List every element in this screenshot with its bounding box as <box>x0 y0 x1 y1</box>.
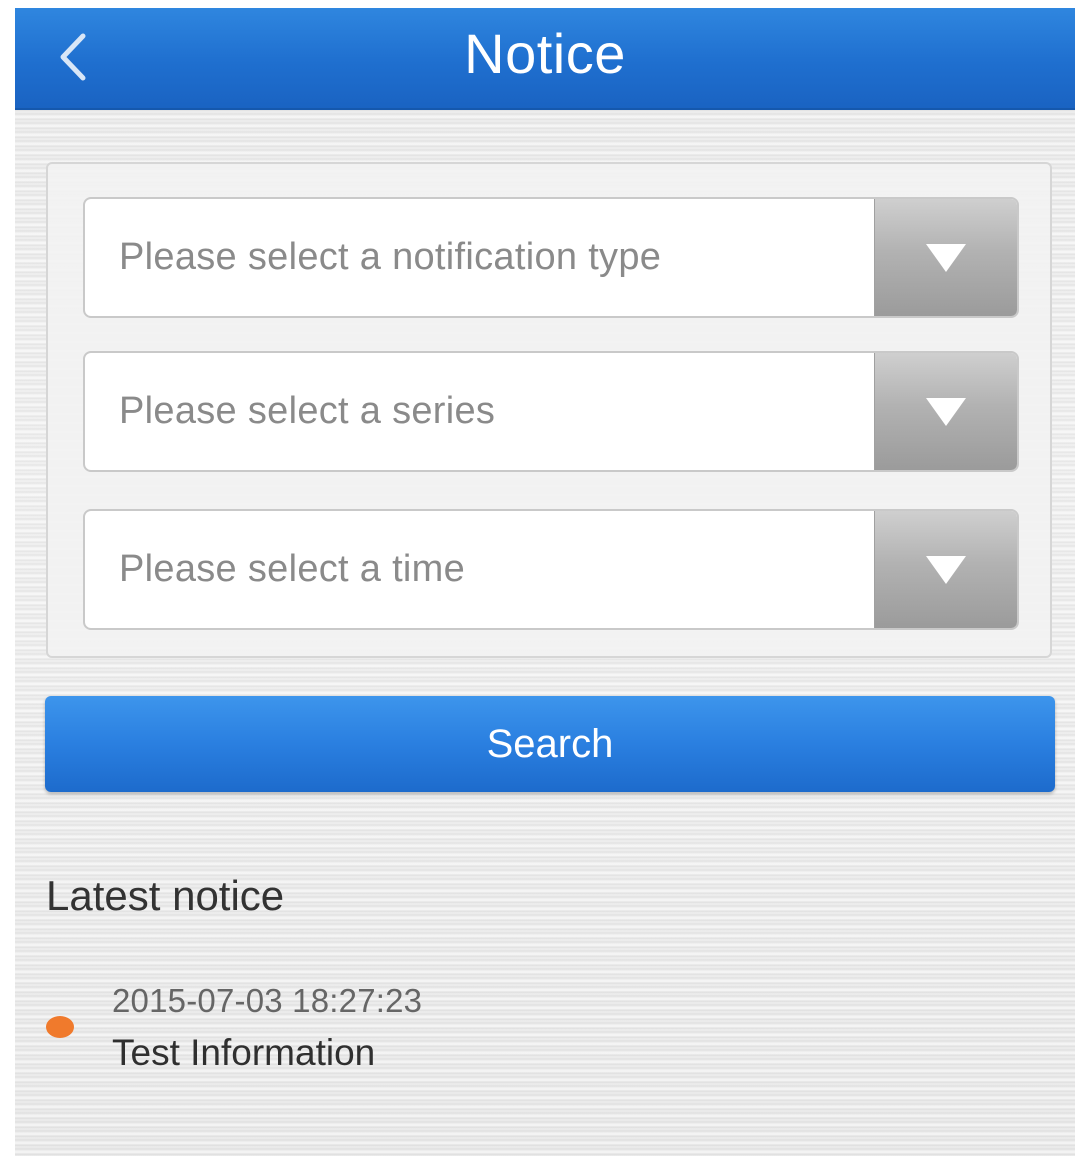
unread-dot-icon <box>46 1016 74 1038</box>
page-title: Notice <box>464 22 626 85</box>
notice-screen: Notice Please select a notification type… <box>15 8 1075 1156</box>
search-button[interactable]: Search <box>45 696 1055 792</box>
notice-timestamp: 2015-07-03 18:27:23 <box>112 982 423 1019</box>
notification-type-select[interactable]: Please select a notification type <box>83 197 1019 318</box>
time-select[interactable]: Please select a time <box>83 509 1019 630</box>
notification-type-dropdown-button[interactable] <box>874 199 1017 316</box>
time-placeholder: Please select a time <box>119 548 466 590</box>
latest-notice-heading: Latest notice <box>46 872 285 919</box>
series-select[interactable]: Please select a series <box>83 351 1019 472</box>
app-bar: Notice <box>15 8 1075 110</box>
dropdown-arrow-icon <box>926 397 966 426</box>
series-placeholder: Please select a series <box>119 390 496 432</box>
series-dropdown-button[interactable] <box>874 353 1017 470</box>
time-dropdown-button[interactable] <box>874 511 1017 628</box>
filter-panel: Please select a notification type Please… <box>46 162 1052 658</box>
notice-list-item[interactable]: 2015-07-03 18:27:23 Test Information <box>15 978 715 1078</box>
notice-title: Test Information <box>112 1032 376 1073</box>
dropdown-arrow-icon <box>926 243 966 272</box>
notification-type-placeholder: Please select a notification type <box>119 236 662 278</box>
dropdown-arrow-icon <box>926 555 966 584</box>
